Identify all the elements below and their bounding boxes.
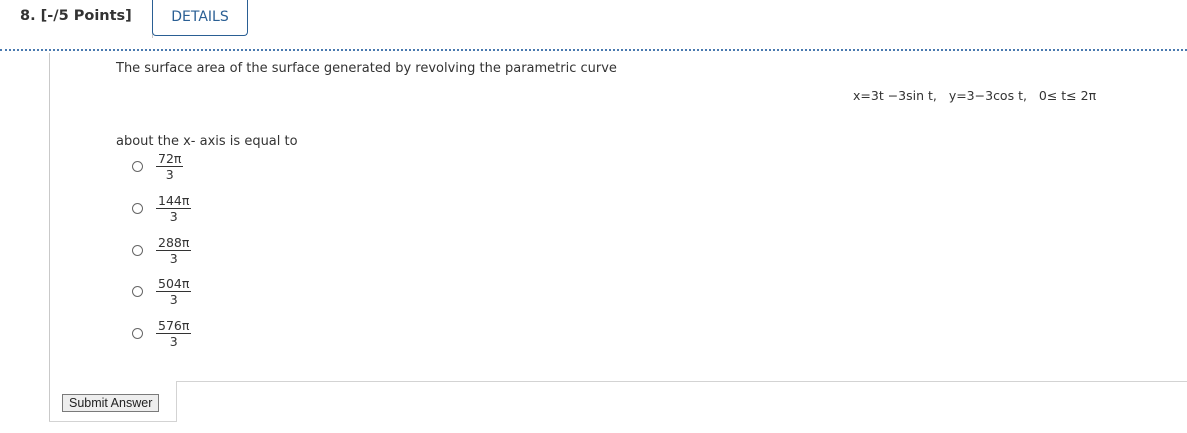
fraction: 504π 3 — [156, 276, 192, 307]
parametric-equations: x=3t −3sin t, y=3−3cos t, 0≤ t≤ 2π — [853, 88, 1096, 103]
footer-bottom-border — [49, 421, 177, 422]
equation-y: y=3−3cos t, — [948, 88, 1027, 103]
fraction-denominator: 3 — [169, 251, 178, 266]
question-number-points: 8. [-/5 Points] — [20, 8, 132, 24]
fraction-numerator: 504π — [156, 276, 192, 292]
fraction: 576π 3 — [156, 318, 192, 349]
fraction-denominator: 3 — [169, 209, 178, 224]
radio-button[interactable] — [132, 286, 143, 297]
fraction-numerator: 144π — [156, 193, 192, 209]
equation-x: x=3t −3sin t, — [853, 88, 937, 103]
footer-top-border — [176, 381, 1187, 382]
fraction-numerator: 576π — [156, 318, 192, 334]
question-left-border — [49, 53, 50, 422]
dotted-divider — [0, 49, 1187, 51]
radio-button[interactable] — [132, 161, 143, 172]
fraction-denominator: 3 — [165, 167, 174, 182]
radio-button[interactable] — [132, 245, 143, 256]
fraction: 72π 3 — [156, 151, 184, 182]
fraction: 288π 3 — [156, 235, 192, 266]
axis-text: about the x- axis is equal to — [116, 134, 298, 149]
fraction: 144π 3 — [156, 193, 192, 224]
question-header: 8. [-/5 Points] DETAILS — [0, 0, 1187, 50]
fraction-denominator: 3 — [169, 292, 178, 307]
equation-range: 0≤ t≤ 2π — [1038, 88, 1097, 103]
fraction-denominator: 3 — [169, 334, 178, 349]
fraction-numerator: 72π — [156, 151, 184, 167]
fraction-numerator: 288π — [156, 235, 192, 251]
radio-button[interactable] — [132, 203, 143, 214]
details-button[interactable]: DETAILS — [152, 0, 248, 36]
footer-left-border — [176, 381, 177, 422]
radio-button[interactable] — [132, 328, 143, 339]
question-prompt: The surface area of the surface generate… — [116, 61, 617, 76]
submit-answer-button[interactable]: Submit Answer — [62, 394, 160, 412]
